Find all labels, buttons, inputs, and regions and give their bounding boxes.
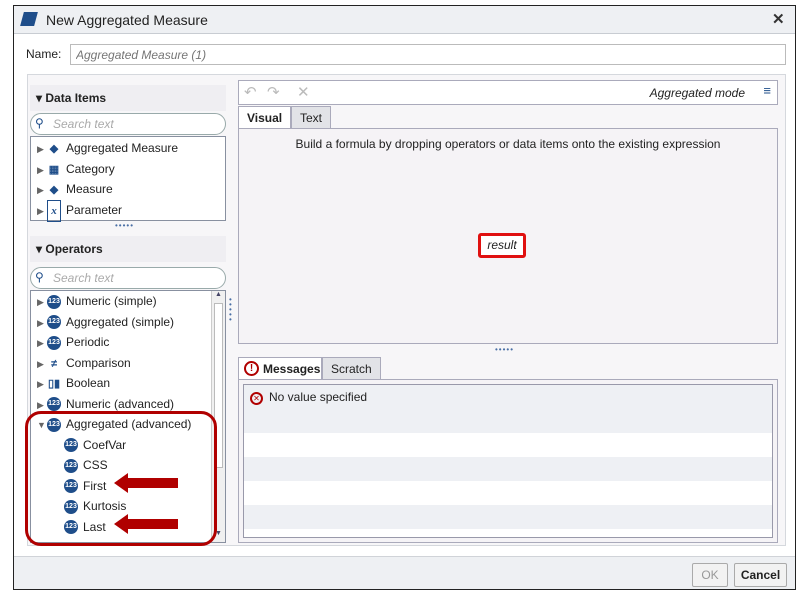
tree-item-category[interactable]: ▶ ▦ Category	[31, 159, 225, 180]
operators-search[interactable]: ⚲ Search text	[30, 267, 226, 289]
footer: OK Cancel	[14, 556, 795, 589]
mode-label: Aggregated mode	[649, 86, 745, 100]
messages-list: ✕ No value specified	[243, 384, 773, 538]
tab-scratch[interactable]: Scratch	[322, 357, 381, 379]
arrow-annotation-last	[114, 514, 178, 534]
tree-item-parameter[interactable]: ▶ x Parameter	[31, 199, 225, 222]
name-input[interactable]	[70, 44, 786, 65]
messages-panel: ✕ No value specified	[238, 379, 778, 543]
tree-item-aggregated-measure[interactable]: ▶ ◆ Aggregated Measure	[31, 138, 225, 159]
data-items-tree: ▶ ◆ Aggregated Measure ▶ ▦ Category ▶ ◆ Measur…	[30, 136, 226, 222]
operator-group[interactable]: ▶ 123 Periodic	[31, 332, 225, 353]
search-icon: ⚲	[35, 270, 44, 284]
dialog-title: New Aggregated Measure	[46, 12, 208, 28]
tab-label: Messages	[263, 362, 321, 376]
item-label: Measure	[66, 182, 113, 196]
operators-title: Operators	[45, 242, 103, 256]
visual-canvas[interactable]: Build a formula by dropping operators or…	[238, 128, 778, 344]
canvas-hint: Build a formula by dropping operators or…	[295, 137, 721, 151]
data-items-header[interactable]: ▾ Data Items	[30, 85, 226, 111]
operators-header[interactable]: ▾ Operators	[30, 236, 226, 262]
item-label: Aggregated Measure	[66, 141, 179, 155]
data-items-search[interactable]: ⚲ Search text	[30, 113, 226, 135]
measure-icon: ◆	[49, 184, 59, 196]
search-icon: ⚲	[35, 116, 44, 130]
numeric-icon: 123	[47, 315, 61, 330]
comparison-icon: ≠	[50, 357, 58, 370]
vertical-resize-handle[interactable]: •••••	[229, 296, 234, 324]
tab-messages[interactable]: ! Messages	[238, 357, 322, 379]
search-placeholder: Search text	[53, 117, 114, 131]
warning-icon: !	[244, 361, 259, 376]
resize-handle[interactable]: •••••	[115, 221, 134, 230]
redo-icon[interactable]: ↷	[267, 83, 280, 101]
undo-icon[interactable]: ↶	[244, 83, 257, 101]
aggregated-measure-icon	[20, 12, 38, 26]
title-bar: New Aggregated Measure ✕	[14, 6, 795, 34]
boolean-icon: ▯▮	[47, 378, 61, 390]
category-icon: ▦	[48, 163, 60, 176]
close-icon[interactable]: ✕	[772, 10, 785, 28]
arrow-annotation-first	[114, 473, 178, 493]
collapse-icon: ▾	[36, 242, 46, 256]
item-label: Category	[66, 161, 115, 176]
message-row: ✕ No value specified	[244, 385, 772, 409]
message-text: No value specified	[269, 390, 368, 404]
result-node[interactable]: result	[478, 233, 526, 258]
numeric-icon: 123	[47, 397, 61, 412]
numeric-icon: 123	[47, 335, 61, 350]
data-items-title: Data Items	[45, 91, 107, 105]
operator-group[interactable]: ▶ 123 Aggregated (simple)	[31, 312, 225, 333]
parameter-icon: x	[47, 199, 61, 222]
name-label: Name:	[26, 47, 62, 61]
operator-group[interactable]: ▶ 123 Numeric (simple)	[31, 291, 225, 312]
menu-icon[interactable]: ≡	[763, 83, 771, 98]
aggregated-measure-icon: ◆	[49, 143, 59, 155]
tab-visual[interactable]: Visual	[238, 106, 292, 128]
delete-icon[interactable]: ✕	[297, 83, 310, 101]
resize-handle[interactable]: •••••	[495, 345, 514, 354]
group-label: Periodic	[66, 335, 110, 349]
group-label: Numeric (advanced)	[66, 396, 175, 411]
group-label: Comparison	[66, 355, 131, 370]
numeric-icon: 123	[47, 294, 61, 309]
error-icon: ✕	[250, 392, 263, 405]
group-label: Boolean	[66, 376, 111, 390]
tree-item-measure[interactable]: ▶ ◆ Measure	[31, 179, 225, 200]
collapse-icon: ▾	[36, 91, 46, 105]
operator-group[interactable]: ▶ ≠ Comparison	[31, 353, 225, 374]
item-label: Parameter	[66, 202, 123, 217]
scroll-up-icon[interactable]: ▲	[212, 291, 225, 303]
ok-button[interactable]: OK	[692, 563, 728, 587]
group-label: Aggregated (simple)	[66, 314, 175, 329]
dialog: New Aggregated Measure ✕ Name: ▾ Data It…	[13, 5, 796, 590]
cancel-button[interactable]: Cancel	[734, 563, 787, 587]
editor-toolbar: ↶ ↷ ✕ Aggregated mode ≡	[238, 80, 778, 105]
tab-text[interactable]: Text	[291, 106, 332, 128]
group-label: Numeric (simple)	[66, 294, 157, 308]
search-placeholder: Search text	[53, 271, 114, 285]
main-panel: ▾ Data Items ⚲ Search text ▶ ◆ Aggregated M…	[25, 74, 786, 546]
operator-group[interactable]: ▶ ▯▮ Boolean	[31, 373, 225, 394]
